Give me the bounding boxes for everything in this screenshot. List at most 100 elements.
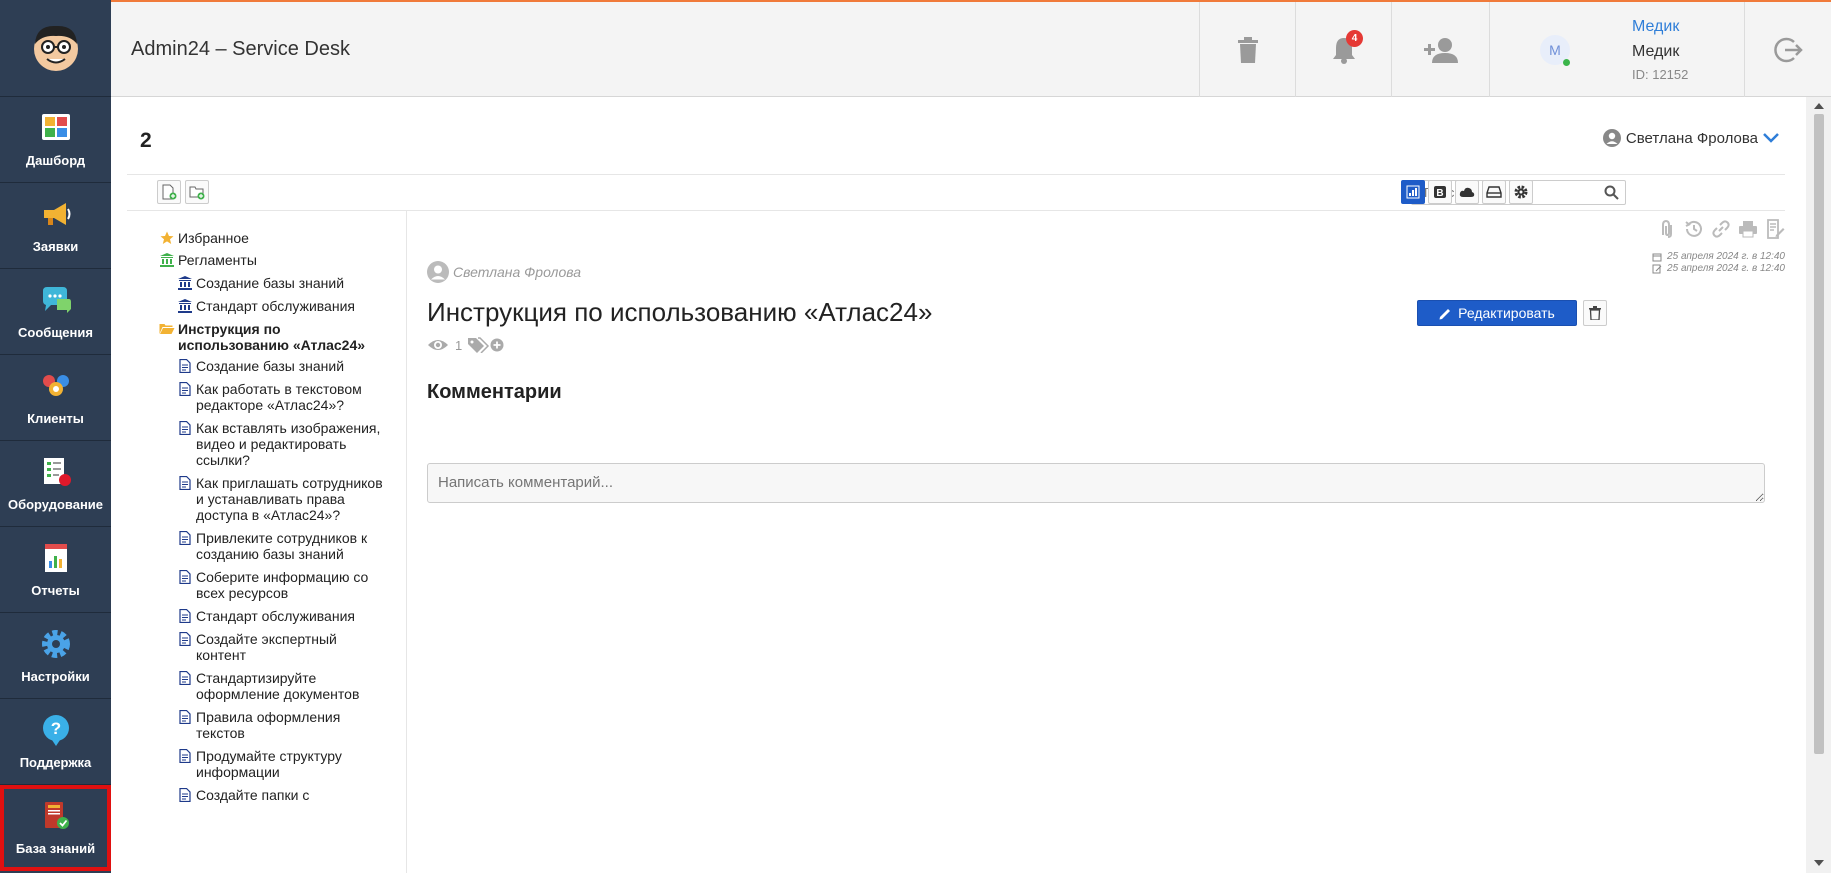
edit-button[interactable]: Редактировать [1417,300,1577,326]
tree-document[interactable]: Создайте экспертный контент [177,631,337,663]
help-icon: ? [42,715,69,746]
trash-button[interactable] [1199,2,1295,97]
document-icon [179,359,191,373]
tree-item-line: Соберите информацию со [196,569,369,585]
storage-button[interactable] [1482,180,1506,204]
tree-item-favorites[interactable]: Избранное [159,230,249,246]
new-folder-button[interactable] [185,180,209,204]
sidebar-item-settings[interactable]: Настройки [0,613,111,699]
tree-item-label: Создайте папки с [196,787,309,803]
views-count: 1 [455,337,463,353]
tree-item-reg-1[interactable]: Создание базы знаний [177,275,344,291]
mascot-logo-icon [33,25,78,71]
sidebar-item-label: Отчеты [31,583,80,598]
tree-item-line: видео и редактировать [196,436,347,452]
tree-folder-atlas[interactable]: Инструкция по использованию «Атлас24» [159,321,365,353]
tree-document[interactable]: Стандартизируйте оформление документов [177,670,359,702]
comment-input[interactable] [427,463,1765,503]
user-name[interactable]: Медик [1632,18,1679,36]
paperclip-icon[interactable] [1657,219,1677,239]
trash-icon [1589,306,1601,320]
tags-icon[interactable] [468,337,490,353]
delete-button[interactable] [1583,300,1607,326]
tree-item-line: Создание базы знаний [196,358,345,374]
document-icon [179,671,191,685]
chat-icon [42,287,71,313]
comments-heading: Комментарии [427,381,562,403]
document-icon [179,609,191,623]
search-icon[interactable] [1604,185,1619,200]
edited-date: 25 апреля 2024 г. в 12:40 [1667,263,1785,274]
tree-item-label: Правила оформления текстов [196,709,340,741]
tree-document[interactable]: Как работать в текстовом редакторе «Атлас… [177,381,362,413]
tree-document[interactable]: Продумайте структуру информации [177,748,342,780]
tree-item-line: Создайте экспертный [196,631,337,647]
sidebar-item-equipment[interactable]: Оборудование [0,441,111,527]
tree-item-reg-2[interactable]: Стандарт обслуживания [177,298,355,314]
gear-icon [1514,185,1528,199]
document-icon [179,382,191,396]
scroll-thumb[interactable] [1814,114,1824,754]
sidebar-item-knowledge-base[interactable]: База знаний [0,785,111,871]
notifications-button[interactable]: 4 [1295,2,1391,97]
tree-document[interactable]: Стандарт обслуживания [177,608,355,624]
sidebar-item-messages[interactable]: Сообщения [0,269,111,355]
chart-view-button[interactable] [1401,180,1425,204]
document-edit-icon[interactable] [1765,219,1785,239]
institution-icon [178,299,192,313]
cloud-button[interactable] [1455,180,1479,204]
trash-icon [1237,36,1258,63]
sidebar: Дашборд Заявки Сообщения Клиенты Оборудо… [0,0,111,873]
tree-item-regulations[interactable]: Регламенты [159,252,257,268]
tree-item-label: Как вставлять изображения, видео и редакт… [196,420,380,468]
sidebar-item-label: Сообщения [18,325,93,340]
sidebar-item-requests[interactable]: Заявки [0,183,111,269]
chevron-down-icon [1763,133,1779,143]
page-scrollbar[interactable] [1806,97,1831,873]
settings-button[interactable] [1509,180,1533,204]
add-tag-icon[interactable] [490,338,504,352]
logout-icon [1774,37,1803,62]
tree-item-line: информации [196,764,280,780]
article-meta: 1 [427,337,504,353]
tree-document[interactable]: Создание базы знаний [177,358,344,374]
cloud-icon [1459,187,1475,197]
institution-icon [178,276,192,290]
print-icon[interactable] [1738,219,1758,239]
new-document-icon [162,184,177,200]
tree-item-line: редакторе «Атлас24»? [196,397,345,413]
tree-document[interactable]: Как приглашать сотрудников и устанавливат… [177,475,383,523]
tree-item-line: оформление документов [196,686,360,702]
tree-item-line: и устанавливать права [196,491,345,507]
tree-document[interactable]: Как вставлять изображения, видео и редакт… [177,420,380,468]
logout-button[interactable] [1744,2,1831,97]
new-document-button[interactable] [157,180,181,204]
tree-document[interactable]: Соберите информацию со всех ресурсов [177,569,368,601]
tree-document[interactable]: Создайте папки с [177,787,309,803]
scroll-down-arrow[interactable] [1814,860,1824,866]
logo[interactable] [0,0,111,97]
sidebar-item-reports[interactable]: Отчеты [0,527,111,613]
sidebar-item-dashboard[interactable]: Дашборд [0,97,111,183]
sidebar-item-support[interactable]: ? Поддержка [0,699,111,785]
tree-document[interactable]: Правила оформления текстов [177,709,340,741]
user-profile[interactable]: М Медик Медик ID: 12152 [1489,2,1744,97]
clients-icon [42,375,69,396]
app-root: Дашборд Заявки Сообщения Клиенты Оборудо… [0,0,1831,873]
new-folder-icon [189,186,205,200]
reports-icon [44,544,67,572]
folder-label-line: использованию «Атлас24» [178,337,366,353]
owner-dropdown[interactable]: Светлана Фролова [1602,129,1779,147]
link-icon[interactable] [1711,219,1731,239]
scroll-up-arrow[interactable] [1814,103,1824,109]
tree-item-label: Соберите информацию со всех ресурсов [196,569,368,601]
knowledge-base-icon [44,802,69,829]
tree-item-line: Создайте папки с [196,787,310,803]
tree-item-line: Продумайте структуру [196,748,342,764]
add-user-button[interactable] [1391,2,1489,97]
tree-document[interactable]: Привлеките сотрудников к созданию базы зн… [177,530,367,562]
sidebar-item-clients[interactable]: Клиенты [0,355,111,441]
history-icon[interactable] [1684,219,1704,239]
blog-button[interactable]: B [1428,180,1452,204]
tree-item-line: Привлеките сотрудников к [196,530,368,546]
